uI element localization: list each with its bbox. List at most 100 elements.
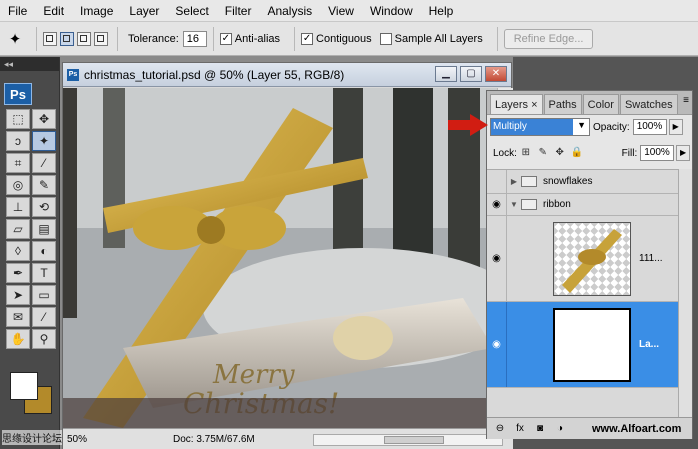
notes-icon[interactable]: ✉ [6,307,30,327]
tab-swatches[interactable]: Swatches [619,94,678,114]
eyedropper2-icon[interactable]: ⁄ [32,307,56,327]
lasso-icon[interactable]: ↄ [6,131,30,151]
fill-arrow-icon[interactable]: ▶ [676,145,690,161]
gradient-icon[interactable]: ▤ [32,219,56,239]
blend-mode-select[interactable]: Multiply ▼ [490,118,590,136]
layer-thumbnail [553,307,631,382]
layer-name: La... [639,339,660,350]
path-select-icon[interactable]: ➤ [6,285,30,305]
fill-input[interactable]: 100% [640,145,675,161]
doc-info[interactable]: Doc: 3.75M/67.6M [173,434,255,445]
panel-menu-icon[interactable]: ≡ [683,95,689,106]
maximize-button[interactable]: ▢ [460,66,482,82]
pen-icon[interactable]: ✒ [6,263,30,283]
zoom-level[interactable]: 50% [63,434,123,445]
menu-edit[interactable]: Edit [35,0,72,22]
fx-icon[interactable]: fx [510,423,530,434]
layer-row-selected[interactable]: ◉ La... [487,302,678,388]
layer-name: ribbon [543,199,571,210]
layers-scrollbar[interactable] [678,169,692,417]
crop-icon[interactable]: ⌗ [6,153,30,173]
zoom-icon[interactable]: ⚲ [32,329,56,349]
add-selection-button[interactable] [60,31,74,46]
lock-transparency-icon[interactable]: ⊞ [520,147,532,159]
subtract-selection-button[interactable] [77,31,91,46]
layer-name: snowflakes [543,176,593,187]
layer-group-row[interactable]: ▶ snowflakes [487,170,678,194]
lock-position-icon[interactable]: ✥ [554,147,566,159]
history-brush-icon[interactable]: ⟲ [32,197,56,217]
scroll-thumb[interactable] [384,436,444,444]
eye-icon[interactable]: ◉ [487,216,507,301]
document-title: christmas_tutorial.psd @ 50% (Layer 55, … [84,67,345,82]
minimize-button[interactable]: ▁ [435,66,457,82]
layer-group-row[interactable]: ◉ ▼ ribbon [487,194,678,216]
tolerance-label: Tolerance: [128,32,179,45]
link-icon[interactable]: ⊖ [490,423,510,434]
visibility-toggle[interactable] [487,170,507,193]
adjustment-icon[interactable]: ◑ [550,423,570,434]
menu-help[interactable]: Help [421,0,462,22]
opacity-input[interactable]: 100% [632,119,667,135]
opacity-label: Opacity: [593,121,630,133]
layer-list: ▶ snowflakes ◉ ▼ ribbon ◉ 111... ◉ La... [487,169,678,417]
eyedropper-icon[interactable]: ⁄ [32,153,56,173]
shape-icon[interactable]: ▭ [32,285,56,305]
eye-icon[interactable]: ◉ [487,194,507,215]
mask-icon[interactable]: ◙ [530,423,550,434]
tab-color[interactable]: Color [582,94,619,114]
marquee-icon[interactable]: ⬚ [6,109,30,129]
expand-icon[interactable]: ▶ [507,177,521,186]
menu-view[interactable]: View [320,0,362,22]
stamp-icon[interactable]: ⊥ [6,197,30,217]
foreground-color-swatch[interactable] [10,372,38,400]
folder-icon [521,199,537,210]
new-selection-button[interactable] [43,31,57,46]
menu-select[interactable]: Select [167,0,216,22]
healing-icon[interactable]: ◎ [6,175,30,195]
type-icon[interactable]: T [32,263,56,283]
divider [212,26,214,51]
antialias-checkbox[interactable]: ✓ [219,32,232,45]
menu-window[interactable]: Window [362,0,421,22]
move-icon[interactable]: ✥ [32,109,56,129]
collapse-icon[interactable]: ◂◂ [0,57,59,71]
menu-filter[interactable]: Filter [217,0,260,22]
close-button[interactable]: ✕ [485,66,507,82]
red-arrow-icon [448,114,488,136]
lock-pixels-icon[interactable]: ✎ [537,147,549,159]
refine-edge-button[interactable]: Refine Edge... [503,28,594,49]
menu-bar: File Edit Image Layer Select Filter Anal… [0,0,698,22]
eraser-icon[interactable]: ▱ [6,219,30,239]
fill-label: Fill: [621,147,638,159]
opacity-arrow-icon[interactable]: ▶ [668,119,683,135]
menu-layer[interactable]: Layer [121,0,167,22]
layer-row[interactable]: ◉ 111... [487,216,678,302]
magic-wand-icon[interactable]: ✦ [0,30,30,48]
hand-icon[interactable]: ✋ [6,329,30,349]
watermark-right: www.Alfoart.com [592,423,682,435]
divider [294,26,296,51]
sample-all-label: Sample All Layers [394,32,483,45]
menu-analysis[interactable]: Analysis [259,0,320,22]
eye-icon[interactable]: ◉ [487,302,507,387]
contiguous-checkbox[interactable]: ✓ [301,32,314,45]
tolerance-input[interactable]: 16 [182,30,207,47]
sample-all-checkbox[interactable] [379,32,392,45]
intersect-selection-button[interactable] [94,31,108,46]
blend-row: Multiply ▼ Opacity: 100% ▶ [490,117,690,137]
tab-paths[interactable]: Paths [543,94,582,114]
brush-icon[interactable]: ✎ [32,175,56,195]
magic-wand-tool-icon[interactable]: ✦ [32,131,56,151]
menu-image[interactable]: Image [72,0,121,22]
tab-layers[interactable]: Layers × [490,94,543,114]
dodge-icon[interactable]: ◐ [32,241,56,261]
lock-all-icon[interactable]: 🔒 [571,147,583,159]
horizontal-scrollbar[interactable] [313,434,503,446]
menu-file[interactable]: File [0,0,35,22]
divider [36,26,37,51]
image-canvas[interactable]: Merry Christmas! [63,88,497,428]
blur-icon[interactable]: ◊ [6,241,30,261]
collapse-icon[interactable]: ▼ [507,200,521,209]
layer-name: 111... [639,253,663,264]
